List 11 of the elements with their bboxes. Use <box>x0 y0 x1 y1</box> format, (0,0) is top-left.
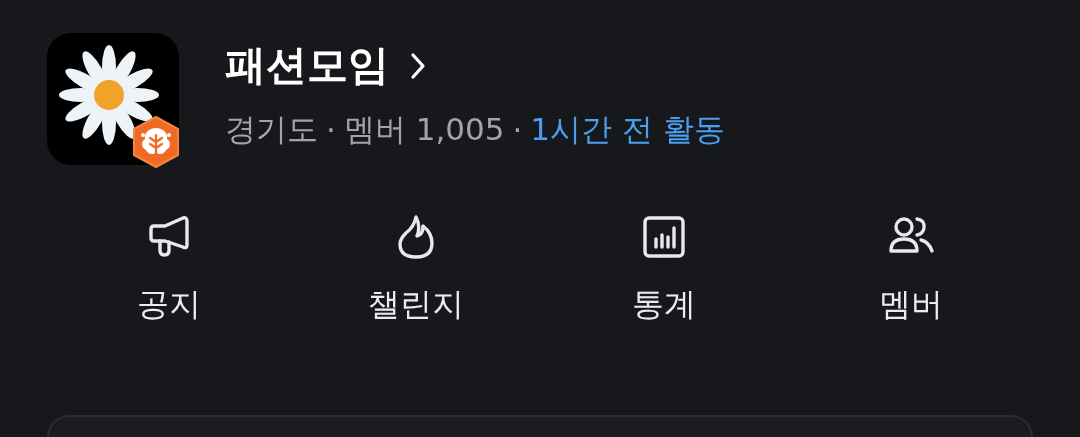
menu-button[interactable]: 멤버 <box>879 213 944 327</box>
menu-button[interactable]: 통계 <box>631 213 696 327</box>
meta-text: 멤버 1,005 <box>343 109 505 149</box>
separator-dot: · <box>512 111 523 148</box>
chevron-icon[interactable] <box>409 52 427 80</box>
menu-button[interactable]: 공지 <box>136 213 201 327</box>
meta-text: 경기도 <box>225 109 318 149</box>
group-name[interactable]: 패션모임 <box>225 41 389 91</box>
activity-text: 1시간 전 활동 <box>530 109 725 149</box>
separator-dot: · <box>326 111 336 148</box>
menu-button[interactable]: 챌린지 <box>368 213 465 327</box>
